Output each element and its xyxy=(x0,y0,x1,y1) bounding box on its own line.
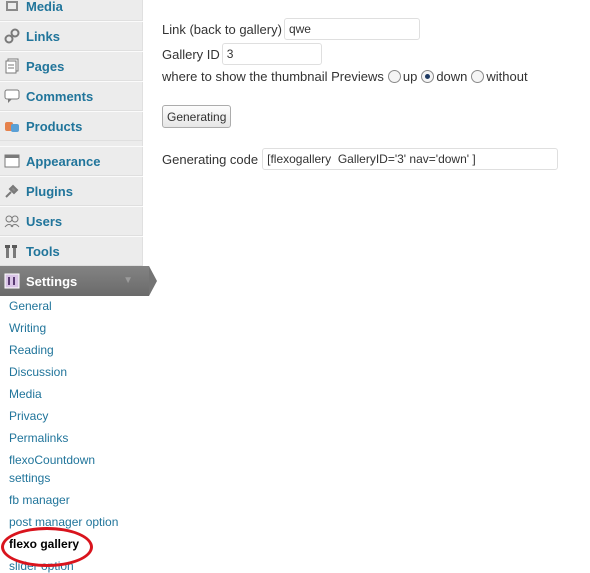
menu-item-label: Pages xyxy=(26,58,65,74)
menu-item-users[interactable]: Users xyxy=(0,206,143,236)
submenu-item-flexocountdown[interactable]: flexoCountdown xyxy=(9,453,95,467)
gallery-id-row: Gallery ID xyxy=(162,43,322,65)
link-label: Link (back to gallery) xyxy=(162,21,282,37)
radio-up[interactable] xyxy=(387,70,401,83)
radio-down-label: down xyxy=(436,69,468,84)
submenu-item-media[interactable]: Media xyxy=(9,387,42,401)
radio-without-label: without xyxy=(486,69,528,84)
radio-up-label: up xyxy=(402,69,418,84)
submenu-item-discussion[interactable]: Discussion xyxy=(9,365,67,379)
collapse-arrow-icon[interactable]: ▼ xyxy=(123,275,133,286)
menu-item-label: Appearance xyxy=(26,153,101,169)
menu-item-label: Settings xyxy=(26,273,78,289)
menu-item-plugins[interactable]: Plugins xyxy=(0,176,143,206)
menu-item-label: Users xyxy=(26,213,63,229)
users-icon xyxy=(4,213,20,229)
submenu-item-slider-option[interactable]: slider option xyxy=(9,559,74,573)
submenu-item-writing[interactable]: Writing xyxy=(9,321,46,335)
pages-icon xyxy=(4,58,20,74)
menu-item-appearance[interactable]: Appearance xyxy=(0,146,143,176)
products-icon xyxy=(4,118,20,134)
preview-label: where to show the thumbnail Previews xyxy=(162,69,384,84)
gallery-id-input[interactable] xyxy=(221,43,322,65)
menu-item-label: Links xyxy=(26,28,60,44)
appearance-icon xyxy=(4,153,20,169)
menu-item-pages[interactable]: Pages xyxy=(0,51,143,81)
code-output-input[interactable] xyxy=(262,148,559,170)
generating-button[interactable]: Generating xyxy=(162,105,232,128)
menu-item-tools[interactable]: Tools xyxy=(0,236,143,266)
gallery-id-label: Gallery ID xyxy=(162,46,220,62)
comments-icon xyxy=(4,88,20,104)
code-row: Generating code xyxy=(162,148,559,170)
submenu-item-flexocountdown-line2[interactable]: settings xyxy=(9,471,50,485)
plugins-icon xyxy=(4,183,20,199)
settings-icon xyxy=(4,273,20,289)
menu-item-label: Products xyxy=(26,118,83,134)
menu-item-label: Comments xyxy=(26,88,94,104)
link-input[interactable] xyxy=(283,18,420,40)
tools-icon xyxy=(4,243,20,259)
submenu-item-general[interactable]: General xyxy=(9,299,52,313)
submenu-item-reading[interactable]: Reading xyxy=(9,343,54,357)
submenu-item-fb-manager[interactable]: fb manager xyxy=(9,493,70,507)
submenu-item-privacy[interactable]: Privacy xyxy=(9,409,48,423)
menu-item-links[interactable]: Links xyxy=(0,21,143,51)
menu-item-label: Media xyxy=(26,0,63,14)
radio-down[interactable] xyxy=(421,70,435,83)
radio-without[interactable] xyxy=(471,70,485,83)
menu-item-media[interactable]: Media xyxy=(0,0,143,21)
menu-item-products[interactable]: Products xyxy=(0,111,143,141)
preview-row: where to show the thumbnail Previews up … xyxy=(162,69,528,84)
code-label: Generating code xyxy=(162,151,259,167)
settings-submenu: General Writing Reading Discussion Media… xyxy=(0,296,143,573)
submenu-item-flexo-gallery[interactable]: flexo gallery xyxy=(9,537,79,551)
menu-item-label: Plugins xyxy=(26,183,73,199)
submenu-item-permalinks[interactable]: Permalinks xyxy=(9,431,68,445)
admin-sidebar: Media Links Pages Comments Products Appe… xyxy=(0,0,157,573)
links-icon xyxy=(4,28,20,44)
link-row: Link (back to gallery) xyxy=(162,18,420,40)
menu-item-label: Tools xyxy=(26,243,60,259)
media-icon xyxy=(4,0,20,14)
main-content: Link (back to gallery) Gallery ID where … xyxy=(144,0,590,572)
submenu-item-post-manager-option[interactable]: post manager option xyxy=(9,515,118,529)
menu-item-settings[interactable]: Settings ▼ xyxy=(0,266,157,296)
menu-item-comments[interactable]: Comments xyxy=(0,81,143,111)
